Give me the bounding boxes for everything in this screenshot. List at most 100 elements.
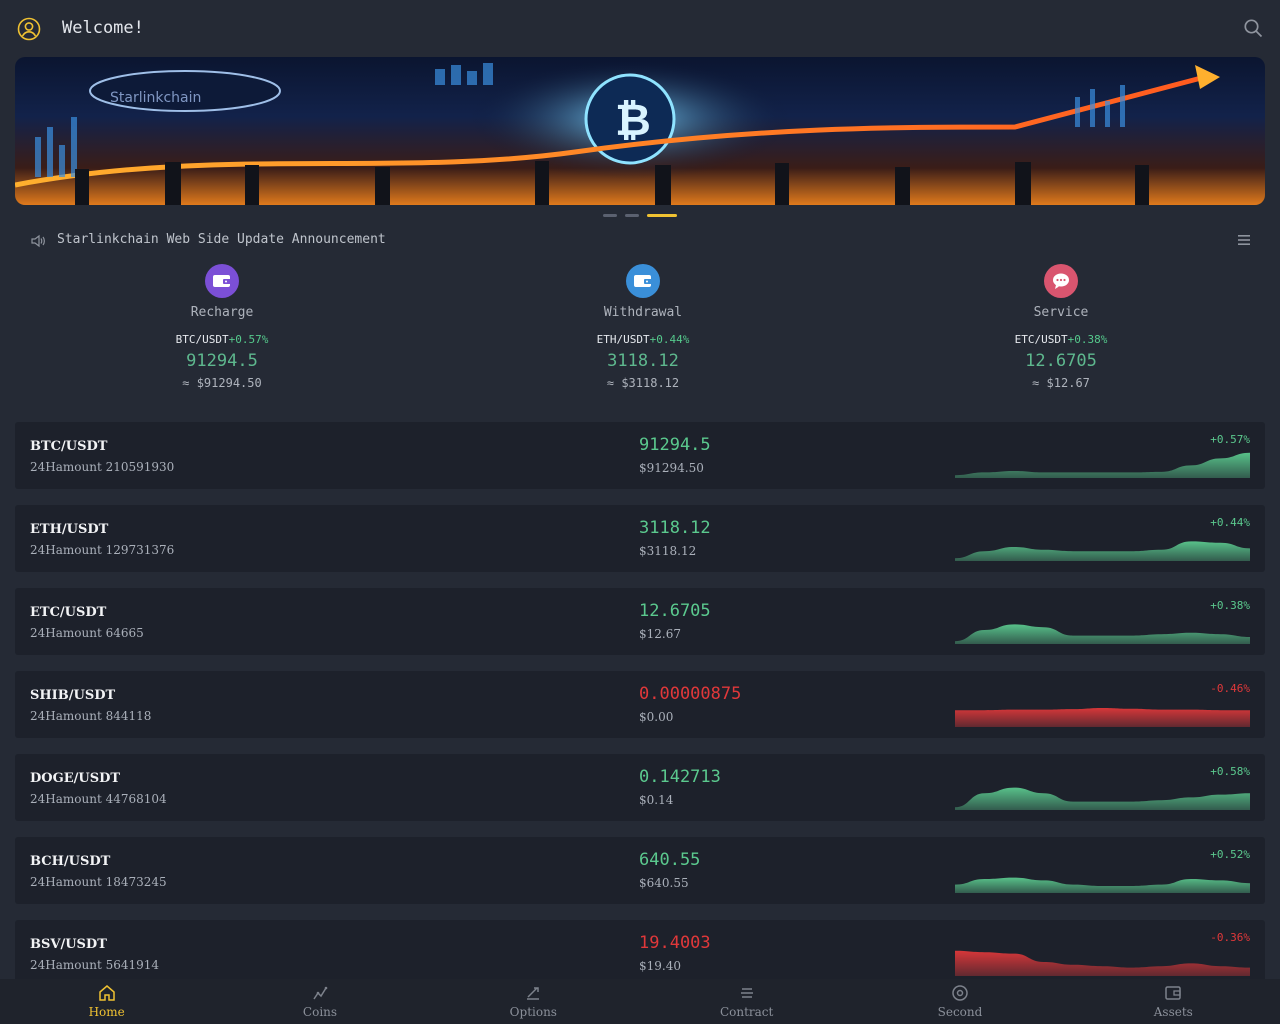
tab-contract[interactable]: Contract bbox=[640, 979, 853, 1024]
quick-action-label: Service bbox=[1033, 305, 1089, 320]
tab-assets[interactable]: Assets bbox=[1067, 979, 1280, 1024]
market-24h-amount: 24Hamount 5641914 bbox=[30, 958, 160, 972]
market-row-eth-usdt[interactable]: ETH/USDT 24Hamount 129731376 3118.12 $3118.… bbox=[15, 505, 1265, 572]
quick-action-label: Withdrawal bbox=[603, 305, 683, 320]
sparkline-area bbox=[955, 452, 1250, 478]
market-pair: SHIB/USDT bbox=[30, 688, 116, 703]
banner-pagination bbox=[0, 214, 1280, 217]
market-price: 12.6705 bbox=[639, 601, 711, 621]
sparkline-chart bbox=[955, 541, 1250, 561]
market-price: 91294.5 bbox=[639, 435, 711, 455]
announcement-text[interactable]: Starlinkchain Web Side Update Announceme… bbox=[57, 232, 386, 247]
quick-pair: ETC/USDT+0.38% bbox=[1014, 333, 1108, 346]
tab-second[interactable]: Second bbox=[853, 979, 1066, 1024]
market-usd-price: $19.40 bbox=[639, 959, 681, 973]
tab-home[interactable]: Home bbox=[0, 979, 213, 1024]
quick-usd: ≈ $91294.50 bbox=[182, 376, 262, 390]
bottom-tab-bar: Home Coins Options Contract Second Asset… bbox=[0, 979, 1280, 1024]
market-pair: BTC/USDT bbox=[30, 439, 108, 454]
promo-banner[interactable]: ₿ Starlinkchain bbox=[15, 57, 1265, 205]
quick-usd: ≈ $12.67 bbox=[1032, 376, 1090, 390]
wallet-out-icon[interactable] bbox=[626, 264, 660, 298]
quick-action-recharge[interactable]: Recharge BTC/USDT+0.57% 91294.5 ≈ $91294… bbox=[112, 262, 332, 390]
tab-coins[interactable]: Coins bbox=[213, 979, 426, 1024]
market-row-bsv-usdt[interactable]: BSV/USDT 24Hamount 5641914 19.4003 $19.40 -0… bbox=[15, 920, 1265, 987]
sparkline-area bbox=[955, 707, 1250, 727]
quick-usd: ≈ $3118.12 bbox=[606, 376, 680, 390]
market-24h-amount: 24Hamount 210591930 bbox=[30, 460, 175, 474]
market-price: 19.4003 bbox=[639, 933, 711, 953]
quick-price: 91294.5 bbox=[186, 351, 258, 371]
sparkline-area bbox=[955, 950, 1250, 976]
top-header: Welcome! bbox=[0, 0, 1280, 56]
market-row-shib-usdt[interactable]: SHIB/USDT 24Hamount 844118 0.00000875 $0.00… bbox=[15, 671, 1265, 738]
second-icon bbox=[952, 985, 968, 1001]
market-change: +0.44% bbox=[1210, 516, 1250, 529]
market-row-bch-usdt[interactable]: BCH/USDT 24Hamount 18473245 640.55 $640.55 +… bbox=[15, 837, 1265, 904]
welcome-text: Welcome! bbox=[62, 18, 144, 38]
quick-price: 12.6705 bbox=[1025, 351, 1097, 371]
quick-action-label: Recharge bbox=[190, 305, 254, 320]
market-pair: BSV/USDT bbox=[30, 937, 107, 952]
market-price: 0.00000875 bbox=[639, 684, 742, 704]
sparkline-chart bbox=[955, 624, 1250, 644]
market-change: -0.46% bbox=[1210, 682, 1250, 695]
market-usd-price: $3118.12 bbox=[639, 544, 697, 558]
market-usd-price: $12.67 bbox=[639, 627, 681, 641]
sparkline-chart bbox=[955, 452, 1250, 478]
quick-pair: BTC/USDT+0.57% bbox=[175, 333, 269, 346]
market-pair: DOGE/USDT bbox=[30, 771, 121, 786]
search-icon[interactable] bbox=[1243, 18, 1263, 38]
pagination-dot[interactable] bbox=[625, 214, 639, 217]
sparkline-chart bbox=[955, 877, 1250, 893]
market-price: 640.55 bbox=[639, 850, 701, 870]
market-price: 0.142713 bbox=[639, 767, 721, 787]
market-row-btc-usdt[interactable]: BTC/USDT 24Hamount 210591930 91294.5 $91294… bbox=[15, 422, 1265, 489]
market-pair: ETH/USDT bbox=[30, 522, 109, 537]
market-24h-amount: 24Hamount 64665 bbox=[30, 626, 144, 640]
tab-options[interactable]: Options bbox=[427, 979, 640, 1024]
market-usd-price: $640.55 bbox=[639, 876, 689, 890]
assets-icon bbox=[1165, 986, 1182, 1000]
quick-pair: ETH/USDT+0.44% bbox=[596, 333, 690, 346]
market-24h-amount: 24Hamount 18473245 bbox=[30, 875, 167, 889]
market-change: +0.52% bbox=[1210, 848, 1250, 861]
sparkline-area bbox=[955, 624, 1250, 644]
options-icon bbox=[527, 987, 540, 1000]
market-price: 3118.12 bbox=[639, 518, 711, 538]
market-24h-amount: 24Hamount 844118 bbox=[30, 709, 152, 723]
speaker-icon bbox=[31, 234, 45, 248]
banner-logo-text: Starlinkchain bbox=[110, 90, 201, 106]
quick-action-service[interactable]: Service ETC/USDT+0.38% 12.6705 ≈ $12.67 bbox=[951, 262, 1171, 390]
wallet-icon[interactable] bbox=[205, 264, 239, 298]
sparkline-chart bbox=[955, 707, 1250, 727]
sparkline-area bbox=[955, 787, 1250, 810]
contract-icon bbox=[740, 988, 753, 998]
market-24h-amount: 24Hamount 129731376 bbox=[30, 543, 175, 557]
quick-action-withdrawal[interactable]: Withdrawal ETH/USDT+0.44% 3118.12 ≈ $311… bbox=[533, 262, 753, 390]
pagination-dot-active[interactable] bbox=[647, 214, 677, 217]
market-pair: BCH/USDT bbox=[30, 854, 111, 869]
market-usd-price: $0.14 bbox=[639, 793, 674, 807]
menu-icon[interactable] bbox=[1238, 234, 1252, 246]
sparkline-area bbox=[955, 541, 1250, 561]
svg-text:₿: ₿ bbox=[615, 95, 651, 146]
user-avatar-icon[interactable] bbox=[17, 17, 41, 41]
market-row-doge-usdt[interactable]: DOGE/USDT 24Hamount 44768104 0.142713 $0.14… bbox=[15, 754, 1265, 821]
sparkline-chart bbox=[955, 787, 1250, 810]
sparkline-chart bbox=[955, 950, 1250, 976]
chat-icon[interactable] bbox=[1044, 264, 1078, 298]
quick-price: 3118.12 bbox=[607, 351, 679, 371]
announcement-bar[interactable]: Starlinkchain Web Side Update Announceme… bbox=[30, 230, 1252, 252]
market-usd-price: $0.00 bbox=[639, 710, 674, 724]
market-change: +0.58% bbox=[1210, 765, 1250, 778]
market-row-etc-usdt[interactable]: ETC/USDT 24Hamount 64665 12.6705 $12.67 +0.3… bbox=[15, 588, 1265, 655]
market-usd-price: $91294.50 bbox=[639, 461, 704, 475]
market-change: +0.57% bbox=[1210, 433, 1250, 446]
sparkline-area bbox=[955, 877, 1250, 893]
market-24h-amount: 24Hamount 44768104 bbox=[30, 792, 167, 806]
pagination-dot[interactable] bbox=[603, 214, 617, 217]
home-icon bbox=[98, 985, 115, 1001]
market-pair: ETC/USDT bbox=[30, 605, 107, 620]
market-change: +0.38% bbox=[1210, 599, 1250, 612]
